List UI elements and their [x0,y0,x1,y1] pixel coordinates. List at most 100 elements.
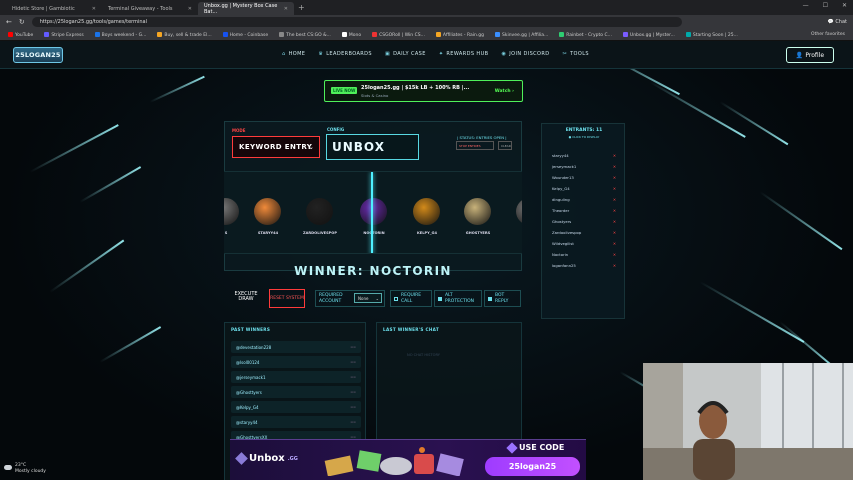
past-winner-row[interactable]: @devestation228 ▬▬ [231,341,361,353]
entrant-name: staryy44 [552,153,569,158]
past-winner-meta: ▬▬ [350,345,356,349]
entrant-row[interactable]: dinguling ✕ [552,197,616,202]
entrant-row[interactable]: staryy44 ✕ [552,153,616,158]
past-winner-name: @lsol00124 [236,359,260,365]
nav-link-leaderboards[interactable]: ♛ LEADERBOARDS [318,51,372,57]
promo-code-button[interactable]: 25logan25 [485,457,580,476]
bookmark-item[interactable]: Stripe Express [44,31,84,38]
close-tab-icon[interactable]: ✕ [188,6,192,12]
entrant-row[interactable]: Theorder ✕ [552,208,616,213]
past-winner-row[interactable]: @Kelpy_G4 ▬▬ [231,401,361,413]
reload-icon[interactable]: ↻ [19,18,25,26]
close-window-icon[interactable]: ✕ [842,2,847,9]
remove-entrant-icon[interactable]: ✕ [613,230,616,235]
remove-entrant-icon[interactable]: ✕ [613,263,616,268]
maximize-icon[interactable]: ☐ [823,2,828,9]
close-tab-icon[interactable]: ✕ [92,6,96,12]
checkbox-checked-icon [488,296,492,301]
entrant-row[interactable]: loganfann25 ✕ [552,263,616,268]
remove-entrant-icon[interactable]: ✕ [613,175,616,180]
bookmark-item[interactable]: YouTube [8,31,33,38]
remove-entrant-icon[interactable]: ✕ [613,241,616,246]
back-icon[interactable]: ← [6,18,12,26]
last-winner-chat-title: LAST WINNER'S CHAT [383,327,440,332]
stop-entries-button[interactable]: STOP ENTRIES [456,141,494,150]
bookmark-item[interactable]: Affiliates - Rain.gg [435,31,484,38]
bookmark-item[interactable]: Boys weekend - G... [94,31,146,38]
profile-button[interactable]: 👤 Profile [786,47,834,63]
bookmark-item[interactable]: The best CS:GO &... [279,31,331,38]
require-call-toggle[interactable]: REQUIRE CALL [390,290,432,307]
nav-link-label: HOME [288,51,306,57]
site-navbar: 25LOGAN25 ⌂ HOME ♛ LEADERBOARDS ▣ DAILY CASE ✦… [0,41,853,69]
nav-link-daily-case[interactable]: ▣ DAILY CASE [385,51,426,57]
bookmark-item[interactable]: Buy, sell & trade El... [157,31,212,38]
bookmark-item[interactable]: CSGORoll | Win CS... [372,31,425,38]
required-account-select[interactable]: None ⌄ [354,293,382,303]
past-winner-name: @Kelpy_G4 [236,404,259,410]
minimize-icon[interactable]: — [803,2,809,9]
entrant-row[interactable]: jerseymack1 ✕ [552,164,616,169]
remove-entrant-icon[interactable]: ✕ [613,153,616,158]
entrant-name: KELPY_G4 [416,231,437,235]
bookmark-item[interactable]: Home - Coinbase [222,31,268,38]
nav-link-rewards-hub[interactable]: ✦ REWARDS HUB [439,51,489,57]
execute-draw-button[interactable]: EXECUTE DRAW [232,292,260,302]
alt-protection-toggle[interactable]: ALT PROTECTION [434,290,482,307]
tab-title: Unbox.gg | Mystery Box Case Bat... [204,2,278,15]
bookmark-favicon-icon [685,31,691,37]
remove-entrant-icon[interactable]: ✕ [613,252,616,257]
weather-widget[interactable]: 23°C Mostly cloudy [4,463,46,475]
entrant-row[interactable]: Ghostyers ✕ [552,219,616,224]
nav-link-home[interactable]: ⌂ HOME [282,51,305,57]
entrant-row[interactable]: Zardoolivespop ✕ [552,230,616,235]
past-winner-row[interactable]: @Ghosttyers ▬▬ [231,386,361,398]
mode-select[interactable]: KEYWORD ENTRY ⌄ [232,136,320,158]
config-input[interactable]: UNBOX [326,134,419,160]
bookmark-item[interactable]: Rainbet - Crypto C... [559,31,612,38]
watch-link[interactable]: Watch › [495,89,514,94]
unbox-ad-banner[interactable]: Unbox .GG USE CODE 25logan25 [230,439,586,480]
nav-link-label: LEADERBOARDS [326,51,373,57]
bookmark-item[interactable]: Starting Soon | 25... [685,31,738,38]
bookmark-label: CSGORoll | Win CS... [379,32,425,38]
nav-links: ⌂ HOME ♛ LEADERBOARDS ▣ DAILY CASE ✦ REWARDS HU… [282,51,589,57]
remove-entrant-icon[interactable]: ✕ [613,197,616,202]
browser-tab-active[interactable]: Unbox.gg | Mystery Box Case Bat... ✕ [198,2,294,15]
entrant-row[interactable]: Noctorin ✕ [552,252,616,257]
bookmark-item[interactable]: Mono [341,31,361,38]
reset-system-button[interactable]: RESET SYSTEM [269,289,305,308]
chat-button[interactable]: 💬 Chat [827,19,847,25]
site-logo[interactable]: 25LOGAN25 [13,47,63,63]
bookmark-item[interactable]: Skinvee.gg | Affilia... [494,31,549,38]
bookmark-label: Skinvee.gg | Affilia... [501,32,549,38]
config-label: CONFIG [327,127,345,132]
browser-tab[interactable]: Terminal Giveaway - Tools ✕ [102,2,198,15]
bot-reply-toggle[interactable]: BOT REPLY [484,290,521,307]
entrant-row[interactable]: Kelpy_G4 ✕ [552,186,616,191]
remove-entrant-icon[interactable]: ✕ [613,219,616,224]
nav-link-tools[interactable]: ✂ TOOLS [563,51,589,57]
entrant-row[interactable]: Wounder13 ✕ [552,175,616,180]
live-stream-banner[interactable]: LIVE NOW 25logan25.gg | $15k LB + 100% R… [324,80,523,102]
bot-reply-label: BOT REPLY [495,292,509,304]
browser-tab[interactable]: Hidetic Store | Gambiotic ✕ [6,2,102,15]
bookmark-item[interactable]: Unbox.gg | Myster... [622,31,675,38]
remove-entrant-icon[interactable]: ✕ [613,164,616,169]
other-bookmarks[interactable]: Other favorites [811,32,845,37]
new-tab-icon[interactable]: + [298,3,305,12]
remove-entrant-icon[interactable]: ✕ [613,186,616,191]
trophy-icon: ♛ [318,51,324,57]
clear-button[interactable]: CLEAR [498,141,512,150]
nav-link-join-discord[interactable]: ◉ JOIN DISCORD [501,51,549,57]
entrant-row[interactable]: Wildvegilist ✕ [552,241,616,246]
entrant-avatar [254,198,281,225]
bookmark-label: Stripe Express [51,32,84,38]
close-tab-icon[interactable]: ✕ [284,6,288,12]
past-winner-row[interactable]: @staryy44 ▬▬ [231,416,361,428]
past-winner-row[interactable]: @jerseymack1 ▬▬ [231,371,361,383]
remove-entrant-icon[interactable]: ✕ [613,208,616,213]
live-badge: LIVE NOW [331,87,358,94]
url-field[interactable]: https://25logan25.gg/tools/games/termina… [31,17,682,27]
past-winner-row[interactable]: @lsol00124 ▬▬ [231,356,361,368]
